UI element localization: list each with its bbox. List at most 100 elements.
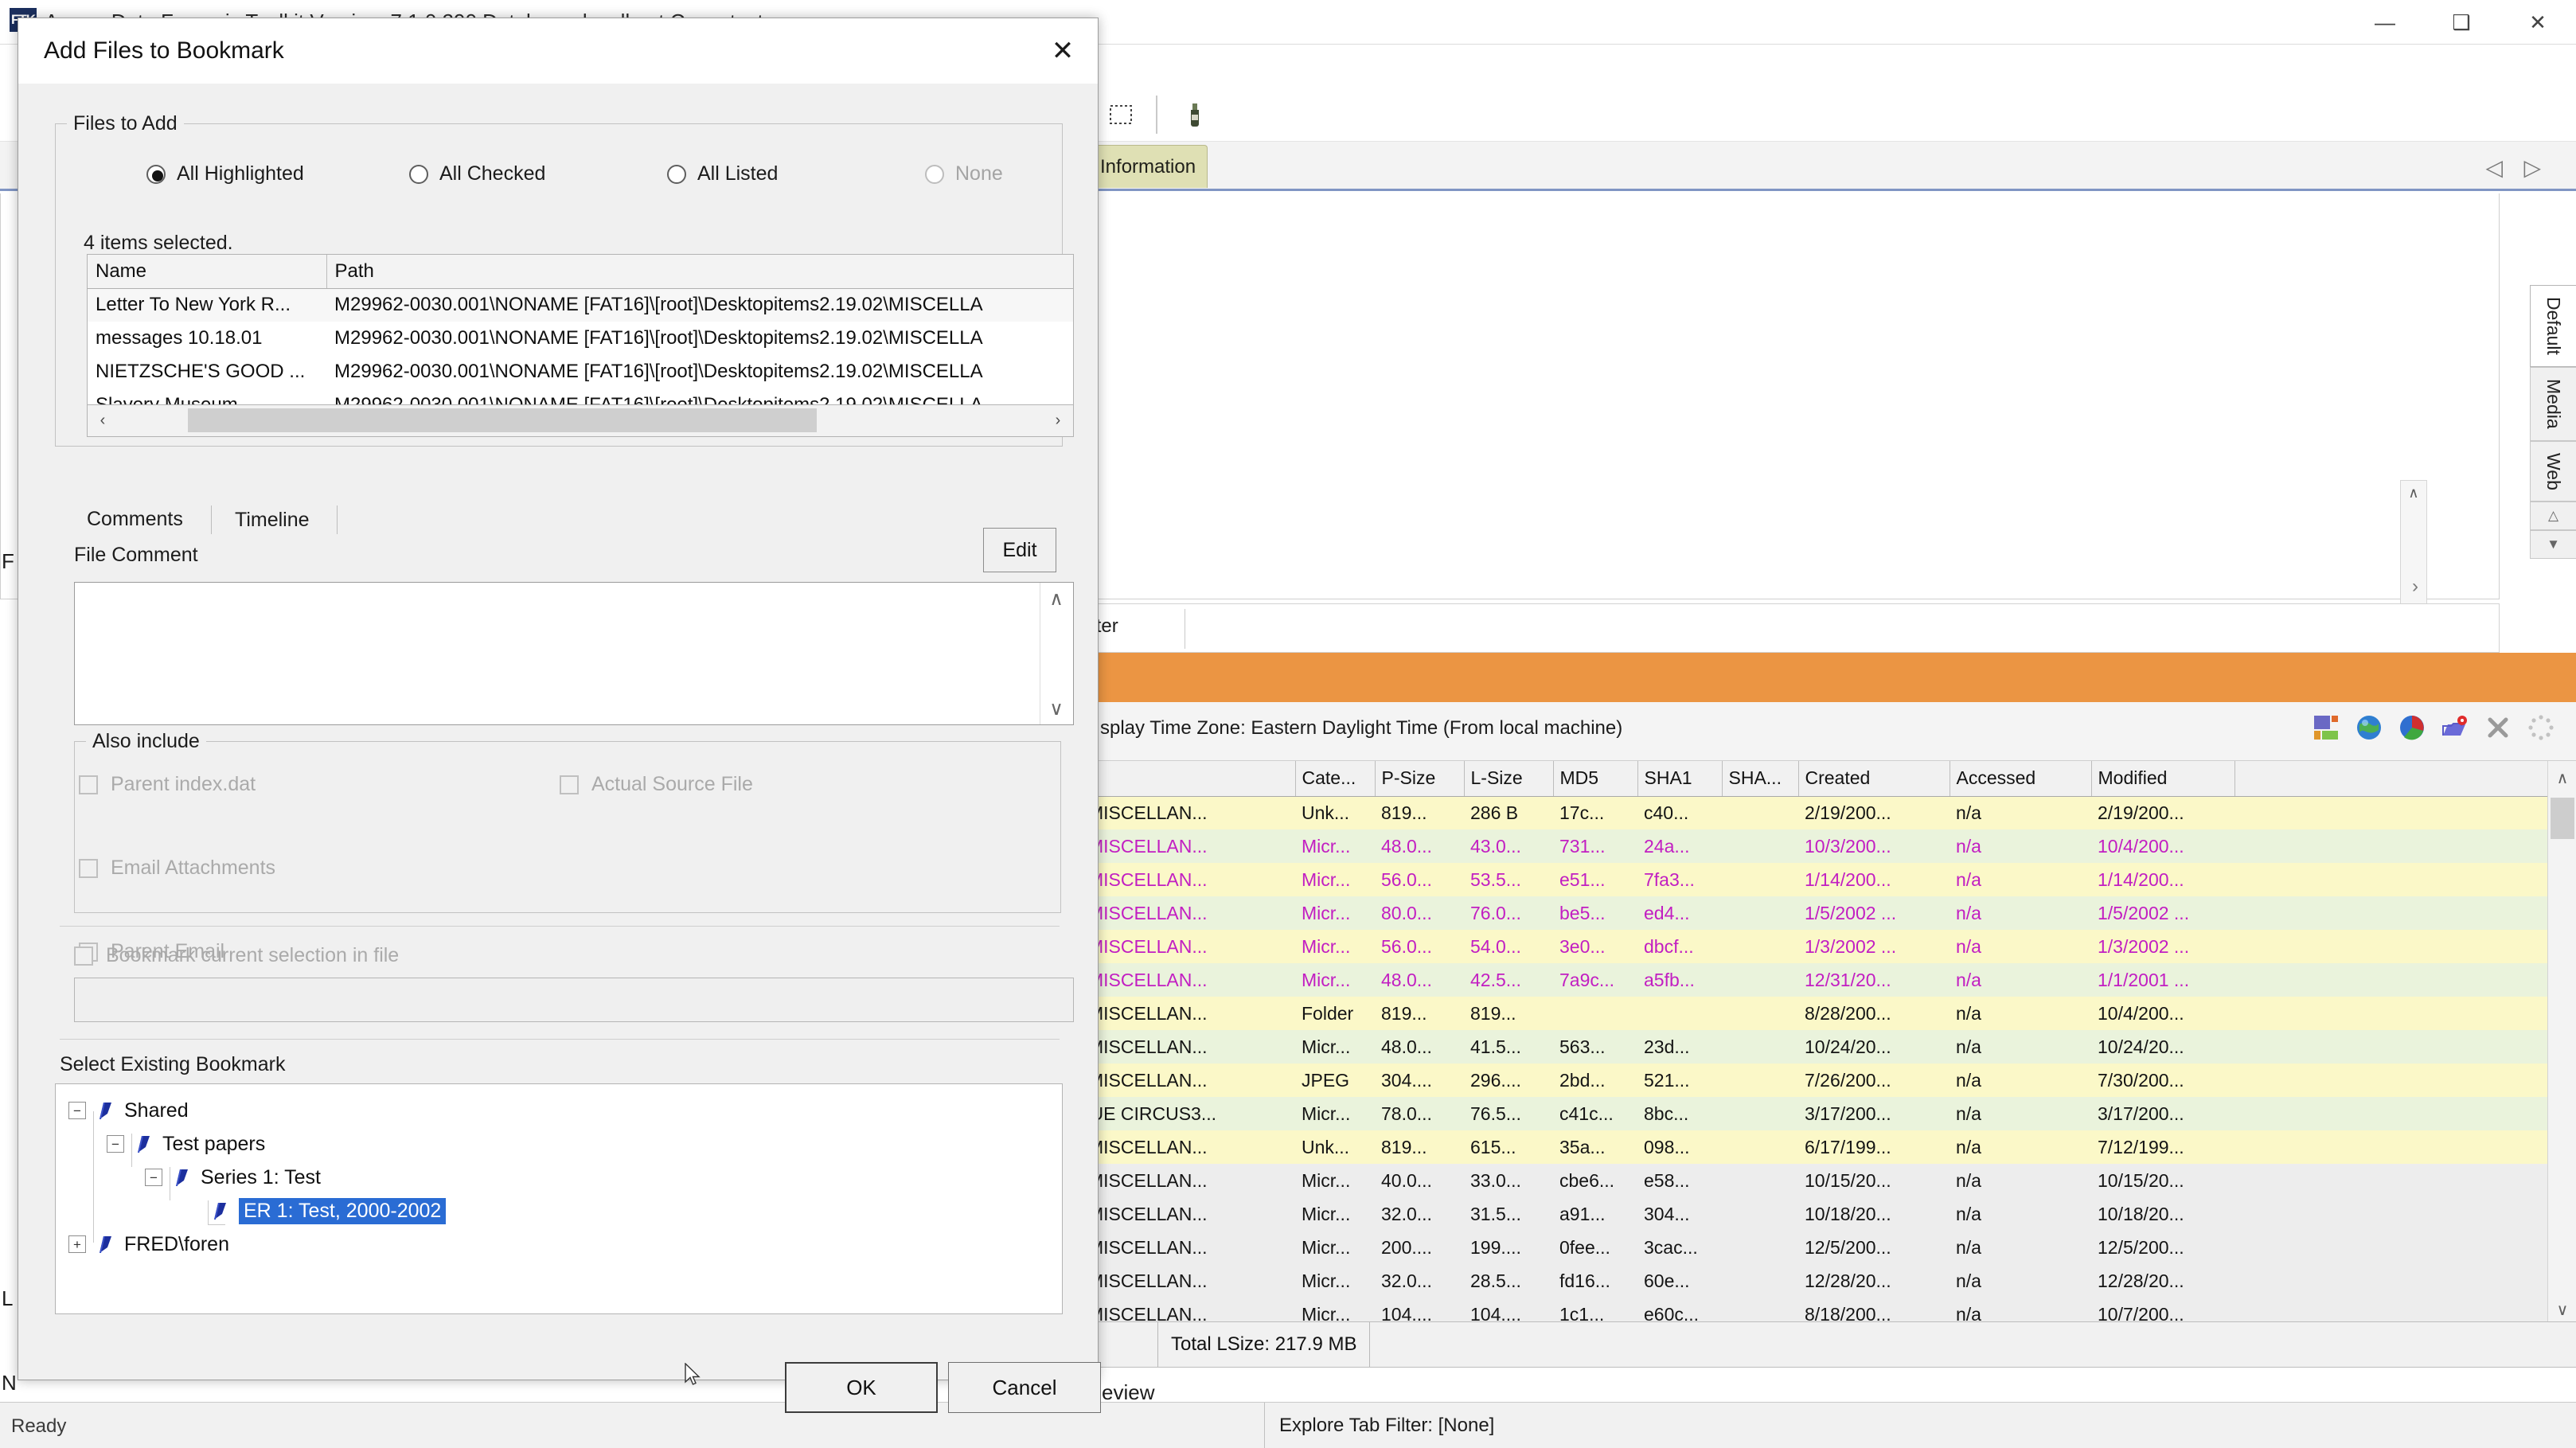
selected-files-table-wrapper[interactable]: Name Path Letter To New York R... M29962-0… [87,254,1074,405]
vtab-web[interactable]: Web [2530,440,2576,502]
grid-row[interactable]: 02/MISCELLAN... Micr... 200.... 199.... 0fee… [1056,1231,2549,1264]
radio-all-listed[interactable]: All Listed [667,162,778,185]
files-table-row[interactable]: Slavery Museum M29962-0030.001\NONAME [FA… [88,388,1073,404]
radio-all-highlighted[interactable]: All Highlighted [146,162,304,185]
bookmark-tree-label[interactable]: ER 1: Test, 2000-2002 [239,1197,447,1224]
grid-row[interactable]: 02/MISCELLAN... Unk... 819... 615... 35a... 0… [1056,1130,2549,1164]
files-scroll-right-icon[interactable]: › [1043,405,1073,435]
bookmark-tree[interactable]: − Shared − Test papers − Series 1: Test ER 1: … [55,1083,1063,1314]
grid-row[interactable]: 02/MISCELLAN... Micr... 48.0... 42.5... 7a9c… [1056,963,2549,997]
grid-row[interactable]: 02/MISCELLAN... Micr... 32.0... 31.5... a91.… [1056,1197,2549,1231]
close-x-icon[interactable] [2484,713,2512,742]
grid-column-header[interactable]: SHA1 [1637,761,1723,797]
files-table-row[interactable]: NIETZSCHE'S GOOD ... M29962-0030.001\NONA… [88,355,1073,388]
file-list-grid[interactable]: Cate... P-Size L-Size MD5 SHA1 SHA... Created A… [1056,761,2576,1326]
vtab-scroll-up-icon[interactable]: △ [2530,502,2576,531]
tree-collapse-icon[interactable]: − [68,1102,86,1119]
grid-row[interactable]: 02/MISCELLAN... Micr... 56.0... 54.0... 3e0.… [1056,930,2549,963]
files-column-header[interactable]: Name [88,255,327,289]
pane-scroll-up-icon[interactable]: ∧ [2401,481,2426,505]
grid-column-header[interactable]: Accessed [1950,761,2092,797]
ok-button[interactable]: OK [785,1362,938,1413]
files-column-header[interactable]: Path [326,255,1073,289]
grid-row[interactable]: 02/MISCELLAN... Folder 819... 819... 8/28/20… [1056,997,2549,1030]
vtab-scroll-down-icon[interactable]: ▼ [2530,530,2576,560]
comment-vertical-scrollbar[interactable]: ∧ ∨ [1040,583,1073,724]
grid-column-header[interactable]: MD5 [1553,761,1638,797]
files-table-row[interactable]: Letter To New York R... M29962-0030.001\N… [88,288,1073,322]
grid-cell: 819... [1464,997,1553,1030]
grid-scroll-thumb[interactable] [2551,798,2574,839]
thumbnail-view-icon[interactable] [2312,713,2340,742]
cancel-button[interactable]: Cancel [948,1362,1101,1413]
dialog-close-icon[interactable]: ✕ [1028,18,1098,84]
window-minimize-button[interactable]: — [2347,0,2423,45]
comment-scroll-down-icon[interactable]: ∨ [1040,693,1072,724]
grid-column-header[interactable]: Modified [2091,761,2235,797]
tree-expand-icon[interactable]: + [68,1235,86,1253]
tree-collapse-icon[interactable]: − [107,1135,124,1153]
grid-cell: 56.0... [1375,863,1464,896]
bookmark-tree-label[interactable]: Series 1: Test [201,1166,321,1189]
grid-row[interactable]: 02/MISCELLAN... Unk... 819... 286 B 17c... c4… [1056,796,2549,829]
grid-row[interactable]: 02/MISCELLAN... Micr... 32.0... 28.5... fd16… [1056,1264,2549,1298]
grid-cell: 3/17/200... [1798,1097,1950,1130]
grid-column-header[interactable]: L-Size [1464,761,1554,797]
grid-row[interactable]: 02/MISCELLAN... Micr... 80.0... 76.0... be5.… [1056,896,2549,930]
bookmark-tree-label[interactable]: Test papers [162,1133,265,1156]
grid-row[interactable]: 02/MISCELLAN... Micr... 56.0... 53.5... e51.… [1056,863,2549,896]
files-scroll-thumb[interactable] [188,408,817,432]
window-maximize-button[interactable]: ❑ [2423,0,2500,45]
selection-marquee-icon[interactable] [1107,100,1135,129]
files-scroll-left-icon[interactable]: ‹ [88,405,118,435]
files-table-row[interactable]: messages 10.18.01 M29962-0030.001\NONAME … [88,322,1073,355]
grid-column-header[interactable]: Created [1798,761,1950,797]
pane-horizontal-scroll-right-icon[interactable]: › [2403,575,2427,599]
grid-column-header[interactable] [2234,761,2550,797]
bookmark-tree-node[interactable]: ER 1: Test, 2000-2002 [183,1194,447,1227]
grid-cell [1722,1197,1798,1231]
refresh-spinner-icon[interactable] [2527,713,2555,742]
window-close-button[interactable]: ✕ [2500,0,2576,45]
file-comment-textarea[interactable]: ∧ ∨ [74,582,1074,725]
tab-scroll-next-icon[interactable]: ▷ [2523,154,2541,181]
globe-icon[interactable] [2355,713,2383,742]
grid-row[interactable]: 02/MISCELLAN... Micr... 48.0... 43.0... 731.… [1056,829,2549,863]
tab-comments[interactable]: Comments [74,502,196,537]
bookmark-tree-node[interactable]: − Test papers [107,1127,265,1161]
grid-vertical-scrollbar[interactable]: ∧ ∨ [2547,761,2576,1326]
grid-cell: 200.... [1375,1231,1464,1264]
bookmark-tree-node[interactable]: − Series 1: Test [145,1161,321,1194]
grid-cell [2234,1197,2549,1231]
bookmark-tree-label[interactable]: FRED\foren [124,1233,229,1256]
selected-files-horizontal-scrollbar[interactable]: ‹ › [87,405,1074,437]
bookmark-tree-label[interactable]: Shared [124,1099,189,1122]
grid-row[interactable]: /BLUE CIRCUS3... Micr... 78.0... 76.5... c41… [1056,1097,2549,1130]
tree-collapse-icon[interactable]: − [145,1169,162,1186]
grid-row[interactable]: 02/MISCELLAN... Micr... 48.0... 41.5... 563.… [1056,1030,2549,1064]
grid-cell: 60e... [1637,1264,1722,1298]
grid-row[interactable]: 02/MISCELLAN... JPEG 304.... 296.... 2bd... 5… [1056,1064,2549,1097]
grid-column-header[interactable]: SHA... [1722,761,1799,797]
tab-scroll-prev-icon[interactable]: ◁ [2485,154,2503,181]
bookmark-tree-node[interactable]: + FRED\foren [68,1227,229,1261]
vtab-media[interactable]: Media [2530,366,2576,441]
bookmark-tree-node[interactable]: − Shared [68,1094,189,1127]
grid-column-header[interactable]: P-Size [1375,761,1465,797]
grid-cell: 1/5/2002 ... [2091,896,2234,930]
grid-cell [2234,1130,2549,1164]
bookmark-flag-icon [94,1233,116,1255]
pie-chart-icon[interactable] [2398,713,2426,742]
settings-folder-icon[interactable] [2441,713,2469,742]
vtab-default[interactable]: Default [2530,285,2576,367]
bottle-icon[interactable] [1181,100,1209,129]
grid-column-header[interactable]: Cate... [1295,761,1376,797]
radio-all-checked[interactable]: All Checked [409,162,545,185]
grid-row[interactable]: 02/MISCELLAN... Micr... 40.0... 33.0... cbe6… [1056,1164,2549,1197]
grid-cell: 10/3/200... [1798,829,1950,863]
grid-toolbar-icons [2312,713,2555,742]
tab-timeline[interactable]: Timeline [222,502,322,537]
grid-scroll-up-icon[interactable]: ∧ [2548,761,2576,794]
edit-comment-button[interactable]: Edit [983,528,1056,572]
comment-scroll-up-icon[interactable]: ∧ [1040,583,1072,615]
